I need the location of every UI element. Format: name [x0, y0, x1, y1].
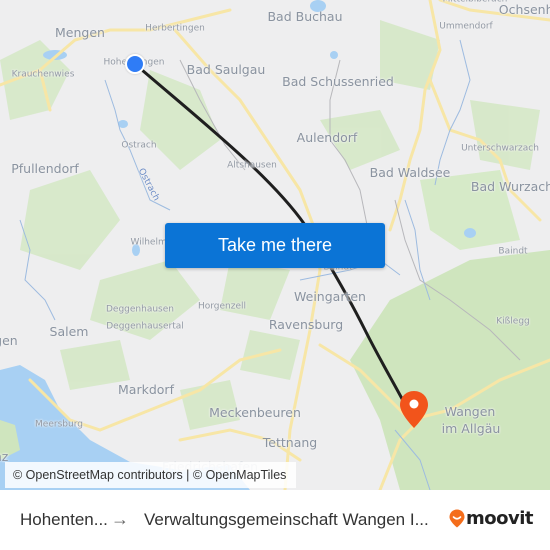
destination-pin-icon[interactable]: [398, 390, 430, 430]
map-attribution[interactable]: © OpenStreetMap contributors | © OpenMap…: [5, 462, 297, 488]
place-label: Horgenzell: [197, 301, 247, 312]
place-label: Mittelbiberach: [443, 0, 508, 5]
place-label: Ostrach: [121, 140, 157, 151]
place-label: Krauchenwies: [11, 69, 75, 80]
place-label: Meckenbeuren: [209, 404, 301, 420]
place-label: Mengen: [55, 24, 105, 40]
place-label: Weingarten: [294, 288, 366, 304]
place-label: im Allgäu: [441, 420, 501, 436]
take-me-there-button[interactable]: Take me there: [165, 223, 385, 268]
place-label: Bad Buchau: [267, 8, 343, 24]
arrow-right-icon: →: [111, 509, 129, 529]
place-label: Ochsenhausen: [498, 1, 550, 17]
place-label: Aulendorf: [296, 129, 358, 145]
attribution-text[interactable]: © OpenStreetMap contributors | © OpenMap…: [13, 468, 286, 482]
place-label: Bad Wurzach: [470, 178, 550, 194]
place-label: Baindt: [498, 246, 528, 257]
place-label: Ravensburg: [268, 316, 344, 332]
place-label: Herbertingen: [145, 23, 205, 34]
place-label: Markdorf: [118, 381, 174, 397]
place-label: Pfullendorf: [11, 160, 79, 176]
place-label: Bad Waldsee: [369, 164, 451, 180]
place-label: Ummendorf: [439, 21, 493, 32]
place-label: Deggenhausen: [106, 304, 174, 315]
place-label: Tettnang: [262, 434, 318, 450]
destination-label: Verwaltungsgemeinschaft Wangen I...: [144, 510, 429, 529]
allgau-forest: [350, 250, 550, 490]
footer-bar: Hohenten... → Verwaltungsgemeinschaft Wa…: [0, 490, 550, 550]
place-label: Unterschwarzach: [461, 143, 539, 154]
place-label: Altshausen: [227, 160, 277, 171]
map[interactable]: Mengen Herbertingen Bad Buchau Mittelbib…: [0, 0, 550, 490]
origin-label: Hohenten...: [20, 510, 108, 529]
moovit-pin-icon: [449, 509, 465, 528]
place-label: Bad Schussenried: [282, 73, 394, 89]
place-label: Kißlegg: [496, 316, 530, 327]
moovit-wordmark: moovit: [466, 508, 534, 529]
origin-marker[interactable]: [125, 54, 145, 74]
place-label: Salem: [49, 323, 89, 339]
place-label: Meersburg: [35, 419, 83, 430]
place-label: Deggenhausertal: [106, 321, 184, 332]
place-label: Wangen: [444, 403, 496, 419]
place-label: Uhldingen: [0, 332, 18, 348]
place-label: Bad Saulgau: [186, 61, 266, 77]
moovit-logo[interactable]: moovit: [449, 508, 534, 529]
